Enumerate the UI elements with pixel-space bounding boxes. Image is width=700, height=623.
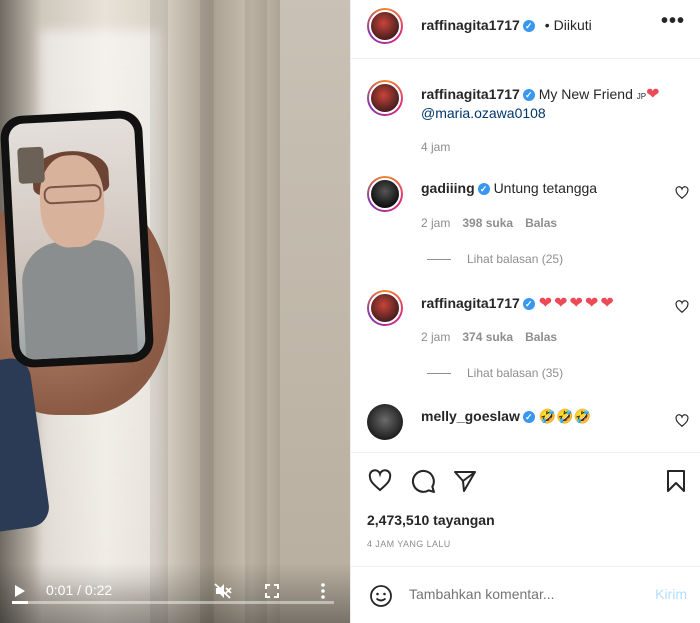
avatar[interactable] bbox=[367, 8, 403, 44]
comment-username[interactable]: melly_goeslaw bbox=[421, 408, 520, 424]
comment-line: gadiiing ✓ Untung tetangga bbox=[421, 180, 597, 196]
comment-line: raffinagita1717 ✓ ❤❤❤❤❤ bbox=[421, 293, 616, 313]
comment-text: 🤣🤣🤣 bbox=[538, 408, 592, 424]
more-vertical-icon[interactable] bbox=[320, 583, 326, 599]
facetime-pip bbox=[17, 146, 46, 184]
reply-button[interactable]: Balas bbox=[525, 330, 557, 344]
mute-icon[interactable] bbox=[214, 583, 232, 599]
comment-icon[interactable] bbox=[411, 469, 436, 494]
person-shirt bbox=[20, 238, 139, 361]
follow-status[interactable]: Diikuti bbox=[554, 17, 592, 33]
view-replies-button[interactable]: Lihat balasan (35) bbox=[427, 366, 563, 380]
phone bbox=[0, 109, 155, 369]
comment-meta: 2 jam 398 suka Balas bbox=[421, 216, 557, 230]
more-options-icon[interactable]: ••• bbox=[661, 10, 685, 33]
heart-emoji-icon: ❤ bbox=[646, 86, 662, 103]
progress-bar[interactable] bbox=[12, 601, 334, 604]
wall bbox=[280, 0, 350, 623]
avatar[interactable] bbox=[367, 290, 403, 326]
header-username-text[interactable]: raffinagita1717 bbox=[421, 17, 520, 33]
curtain-fold bbox=[200, 0, 214, 623]
post-comment-button[interactable]: Kirim bbox=[655, 586, 687, 602]
emoji-icon[interactable] bbox=[369, 584, 393, 608]
header-username[interactable]: raffinagita1717 ✓ • Diikuti bbox=[421, 17, 592, 33]
caption-text: My New Friend bbox=[538, 86, 633, 102]
replies-line bbox=[427, 259, 451, 261]
share-icon[interactable] bbox=[453, 469, 477, 493]
play-icon[interactable] bbox=[14, 584, 26, 598]
fullscreen-icon[interactable] bbox=[265, 584, 279, 598]
view-count: 2,473,510 tayangan bbox=[367, 512, 495, 528]
like-heart-icon[interactable] bbox=[367, 469, 393, 493]
verified-icon: ✓ bbox=[522, 298, 535, 311]
verified-icon: ✓ bbox=[522, 20, 535, 33]
caption-mention[interactable]: @maria.ozawa0108 bbox=[421, 105, 546, 121]
avatar[interactable] bbox=[367, 176, 403, 212]
reply-button[interactable]: Balas bbox=[525, 216, 557, 230]
comment-time[interactable]: 2 jam bbox=[421, 330, 450, 344]
verified-icon: ✓ bbox=[522, 411, 535, 424]
comment-username[interactable]: raffinagita1717 bbox=[421, 295, 520, 311]
verified-icon: ✓ bbox=[477, 183, 490, 196]
video-controls: 0:01 / 0:22 bbox=[0, 563, 350, 623]
comment-meta: 2 jam 374 suka Balas bbox=[421, 330, 557, 344]
save-bookmark-icon[interactable] bbox=[665, 469, 687, 493]
post-header: raffinagita1717 ✓ • Diikuti ••• bbox=[351, 0, 700, 59]
view-replies-label[interactable]: Lihat balasan (25) bbox=[467, 252, 563, 266]
action-bar: 2,473,510 tayangan 4 JAM YANG LALU bbox=[351, 452, 700, 566]
verified-icon: ✓ bbox=[522, 89, 535, 102]
replies-line bbox=[427, 373, 451, 375]
comment-text: ❤❤❤❤❤ bbox=[538, 295, 616, 312]
comment-time[interactable]: 2 jam bbox=[421, 216, 450, 230]
view-replies-label[interactable]: Lihat balasan (35) bbox=[467, 366, 563, 380]
comment-input[interactable] bbox=[409, 586, 629, 602]
comment-likes[interactable]: 374 suka bbox=[462, 330, 513, 344]
like-comment-heart-icon[interactable] bbox=[675, 186, 689, 200]
dot-separator: • bbox=[544, 17, 550, 33]
like-comment-heart-icon[interactable] bbox=[675, 414, 689, 428]
caption-username[interactable]: raffinagita1717 bbox=[421, 86, 520, 102]
caption-time[interactable]: 4 jam bbox=[421, 140, 450, 154]
comment-username[interactable]: gadiiing bbox=[421, 180, 475, 196]
video-time: 0:01 / 0:22 bbox=[46, 582, 113, 598]
phone-screen bbox=[7, 117, 147, 361]
comment-text: Untung tetangga bbox=[493, 180, 598, 196]
avatar[interactable] bbox=[367, 404, 403, 440]
comment-likes[interactable]: 398 suka bbox=[462, 216, 513, 230]
video-player[interactable]: 0:01 / 0:22 bbox=[0, 0, 350, 623]
view-replies-button[interactable]: Lihat balasan (25) bbox=[427, 252, 563, 266]
post-panel: raffinagita1717 ✓ • Diikuti ••• raffinagit… bbox=[350, 0, 700, 623]
posted-time[interactable]: 4 JAM YANG LALU bbox=[367, 539, 451, 549]
avatar[interactable] bbox=[367, 80, 403, 116]
like-comment-heart-icon[interactable] bbox=[675, 300, 689, 314]
flag-text: JP bbox=[636, 92, 647, 101]
comments-list: raffinagita1717 ✓ My New Friend JP❤ @mari… bbox=[351, 60, 700, 452]
comment-bar: Kirim bbox=[351, 566, 700, 623]
caption-line: raffinagita1717 ✓ My New Friend JP❤ bbox=[421, 84, 662, 104]
progress-fill bbox=[12, 601, 29, 604]
curtain-fold bbox=[245, 0, 267, 623]
person-glasses bbox=[43, 183, 103, 205]
comment-line: melly_goeslaw ✓ 🤣🤣🤣 bbox=[421, 408, 591, 425]
